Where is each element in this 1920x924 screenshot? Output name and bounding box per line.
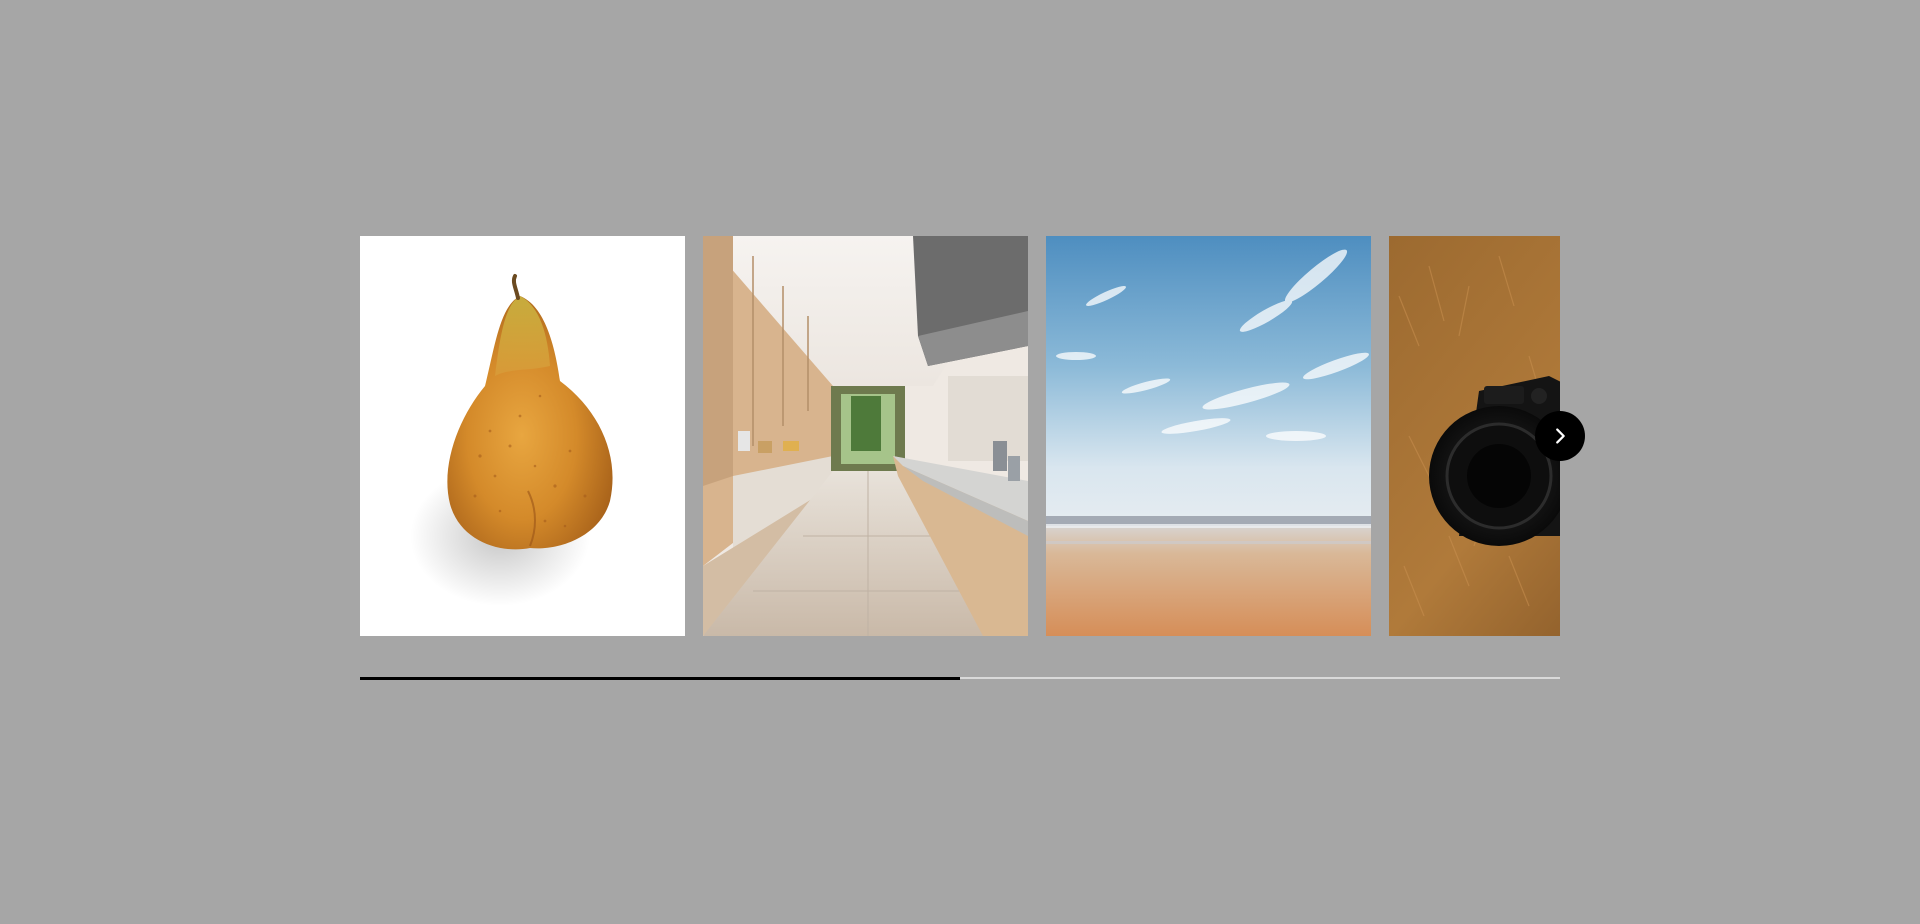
pear-image <box>360 236 685 636</box>
image-carousel <box>360 236 1585 680</box>
kitchen-image <box>703 236 1028 636</box>
slide-pear[interactable] <box>360 236 685 636</box>
sky-beach-image <box>1046 236 1371 636</box>
chevron-right-icon <box>1556 428 1565 444</box>
next-slide-button[interactable] <box>1535 411 1585 461</box>
slide-kitchen[interactable] <box>703 236 1028 636</box>
carousel-track <box>360 236 1560 636</box>
slide-sky-beach[interactable] <box>1046 236 1371 636</box>
carousel-viewport <box>360 236 1560 636</box>
carousel-progress-track <box>360 676 1560 680</box>
carousel-progress-fill <box>360 676 960 680</box>
